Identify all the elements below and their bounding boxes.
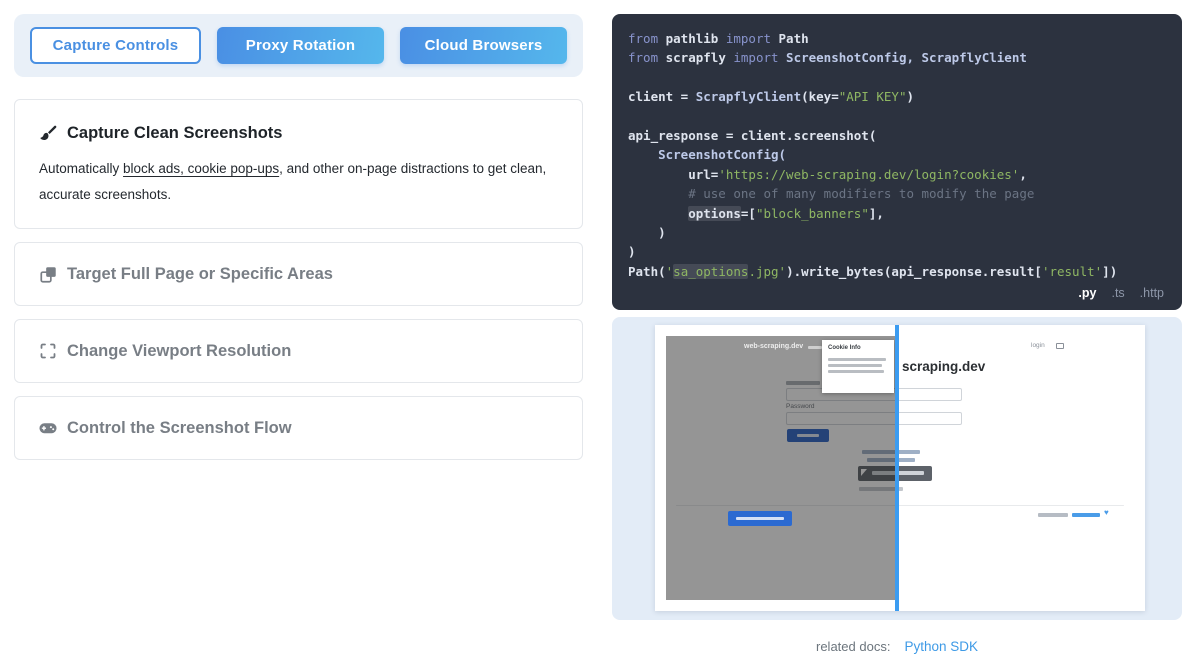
- feature-title: Target Full Page or Specific Areas: [67, 265, 333, 284]
- code-snippet-panel: from pathlib import Pathfrom scrapfly im…: [612, 14, 1182, 310]
- feature-card-screenshot-flow: Control the Screenshot Flow: [14, 396, 583, 460]
- comparison-screenshot: login scraping.dev Password: [655, 325, 1145, 611]
- lang-tabs: .py .ts .http: [1078, 284, 1164, 303]
- footer-link-bar: [1072, 513, 1100, 517]
- accordion-header[interactable]: Change Viewport Resolution: [39, 342, 558, 361]
- feature-column: Capture Controls Proxy Rotation Cloud Br…: [14, 14, 583, 654]
- accordion-header[interactable]: Target Full Page or Specific Areas: [39, 265, 558, 284]
- brush-icon: [39, 125, 57, 143]
- tab-cloud-browsers[interactable]: Cloud Browsers: [400, 27, 567, 64]
- page-heading: scraping.dev: [902, 359, 985, 374]
- nav-link-bar: [808, 346, 822, 349]
- description-link[interactable]: block ads, cookie pop-ups: [123, 161, 279, 176]
- page-login-link: login: [1031, 342, 1045, 349]
- feature-card-viewport-resolution: Change Viewport Resolution: [14, 319, 583, 383]
- pages-icon: [39, 265, 57, 283]
- page: Capture Controls Proxy Rotation Cloud Br…: [0, 0, 1200, 654]
- related-docs-label: related docs:: [816, 639, 890, 654]
- blocked-banner-button: [728, 511, 792, 526]
- screenshot-preview-panel: login scraping.dev Password: [612, 317, 1182, 620]
- viewport-icon: [39, 342, 57, 360]
- gamepad-icon: [39, 419, 57, 437]
- feature-description: Automatically block ads, cookie pop-ups,…: [39, 156, 558, 208]
- lang-tab-py[interactable]: .py: [1078, 284, 1096, 303]
- footer-text-bar: [1038, 513, 1068, 517]
- comparison-slider-handle[interactable]: [895, 325, 899, 611]
- demo-column: from pathlib import Pathfrom scrapfly im…: [612, 14, 1182, 654]
- feature-title: Capture Clean Screenshots: [67, 124, 282, 143]
- python-sdk-link[interactable]: Python SDK: [904, 639, 978, 654]
- code-lines: from pathlib import Pathfrom scrapfly im…: [628, 29, 1166, 281]
- tab-proxy-rotation[interactable]: Proxy Rotation: [217, 27, 384, 64]
- captured-page: login scraping.dev Password: [666, 336, 1134, 600]
- related-docs-row: related docs: Python SDK: [612, 639, 1182, 654]
- tab-capture-controls[interactable]: Capture Controls: [30, 27, 201, 64]
- tab-label: Proxy Rotation: [246, 37, 355, 54]
- tab-label: Capture Controls: [53, 37, 179, 54]
- accordion-header[interactable]: Control the Screenshot Flow: [39, 419, 558, 438]
- description-text: Automatically: [39, 161, 123, 176]
- cart-icon: [1056, 343, 1064, 349]
- cookie-popup-title: Cookie Info: [828, 345, 888, 351]
- accordion-header[interactable]: Capture Clean Screenshots: [39, 124, 558, 143]
- feature-title: Control the Screenshot Flow: [67, 419, 292, 438]
- feature-card-capture-clean-screenshots: Capture Clean Screenshots Automatically …: [14, 99, 583, 229]
- lang-tab-ts[interactable]: .ts: [1111, 284, 1124, 303]
- tab-label: Cloud Browsers: [425, 37, 543, 54]
- category-tabbar: Capture Controls Proxy Rotation Cloud Br…: [14, 14, 583, 77]
- cookie-popup: Cookie Info: [822, 340, 894, 393]
- feature-title: Change Viewport Resolution: [67, 342, 291, 361]
- lang-tab-http[interactable]: .http: [1140, 284, 1164, 303]
- heart-icon: ♥: [1104, 508, 1109, 517]
- page-brand: web-scraping.dev: [744, 343, 803, 350]
- feature-card-target-areas: Target Full Page or Specific Areas: [14, 242, 583, 306]
